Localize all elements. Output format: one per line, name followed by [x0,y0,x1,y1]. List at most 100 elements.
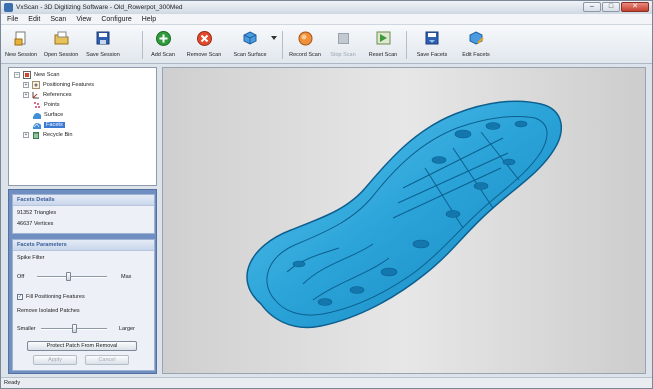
toolbar-label: Open Session [43,52,79,58]
expand-icon[interactable]: + [23,82,29,88]
toolbar-label: Scan Surface [233,52,267,58]
cancel-button[interactable]: Cancel [85,355,129,365]
positioning-features-icon [32,81,40,89]
record-scan-button[interactable]: Record Scan [286,28,324,61]
points-icon [33,101,41,109]
section-header: Facets Details [13,195,154,206]
left-pane: – New Scan + Positioning Features + Refe… [8,67,157,374]
tree-item-label: Facets [44,122,65,128]
scan-tree: – New Scan + Positioning Features + Refe… [8,67,157,186]
properties-panel: Facets Details 91352 Triangles 46637 Ver… [8,189,157,374]
reset-scan-icon [375,30,391,46]
stop-scan-button[interactable]: Stop Scan [327,28,359,61]
surface-icon [33,111,41,119]
scan-surface-dropdown[interactable] [270,28,278,61]
record-scan-icon [297,30,313,46]
tree-item-new-scan[interactable]: – New Scan [14,70,60,80]
open-session-button[interactable]: Open Session [41,28,81,61]
3d-viewport[interactable] [162,67,646,374]
remove-patches-slider[interactable] [41,324,107,333]
toolbar-label: Remove Scan [186,52,222,58]
shoe-sole-mesh [246,100,562,329]
menu-scan[interactable]: Scan [50,16,66,23]
checkbox-label: Fill Positioning Features [26,294,85,300]
toolbar-label: Stop Scan [330,52,356,58]
status-text: Ready [4,380,21,386]
toolbar-label: New Session [4,52,38,58]
sole-outline [246,100,562,329]
tree-item-points[interactable]: Points [33,100,60,110]
spike-filter-label: Spike Filter [17,255,45,261]
facets-parameters-section: Facets Parameters Spike Filter Off Max ✓… [12,239,155,371]
tree-item-label: References [43,92,72,98]
save-session-icon [95,30,111,46]
menu-file[interactable]: File [7,16,18,23]
toolbar-label: Save Facets [416,52,448,58]
spike-filter-slider[interactable] [37,272,107,281]
slider-max-label: Larger [119,326,135,332]
scan-surface-button[interactable]: Scan Surface [230,28,270,61]
protect-patch-button[interactable]: Protect Patch From Removal [27,341,137,351]
window-controls: – □ ✕ [583,2,649,12]
collapse-icon[interactable]: – [14,72,20,78]
slider-track [37,276,107,278]
edit-facets-button[interactable]: Edit Facets [456,28,496,61]
edit-facets-icon [468,30,484,46]
expand-icon[interactable]: + [23,132,29,138]
expand-icon[interactable]: + [23,92,29,98]
tree-item-label: Recycle Bin [43,132,73,138]
minimize-button[interactable]: – [583,2,601,12]
app-window: VxScan - 3D Digitizing Software - Old_Ro… [0,0,653,389]
add-scan-button[interactable]: Add Scan [148,28,178,61]
save-facets-icon [424,30,440,46]
checkbox-box[interactable]: ✓ [17,294,23,300]
tree-item-label: New Scan [34,72,60,78]
toolbar-separator [142,31,143,59]
slider-thumb[interactable] [66,272,71,281]
add-scan-icon [155,30,171,46]
scan-surface-icon [242,30,258,46]
tree-item-references[interactable]: + References [23,90,72,100]
menu-edit[interactable]: Edit [28,16,40,23]
tree-item-facets[interactable]: Facets [33,120,65,130]
status-bar: Ready [1,377,652,388]
app-icon [4,3,13,12]
fill-positioning-checkbox[interactable]: ✓ Fill Positioning Features [17,294,85,300]
references-icon [32,91,40,99]
section-header: Facets Parameters [13,240,154,251]
window-title: VxScan - 3D Digitizing Software - Old_Ro… [16,4,183,11]
facets-icon [33,121,41,129]
slider-thumb[interactable] [72,324,77,333]
menu-configure[interactable]: Configure [101,16,131,23]
new-session-button[interactable]: New Session [4,28,38,61]
tree-item-recycle-bin[interactable]: + Recycle Bin [23,130,73,140]
reset-scan-button[interactable]: Reset Scan [365,28,401,61]
save-facets-button[interactable]: Save Facets [412,28,452,61]
toolbar-label: Edit Facets [462,52,490,58]
menu-view[interactable]: View [76,16,91,23]
close-button[interactable]: ✕ [621,2,649,12]
toolbar: New Session Open Session Save Session Ad… [1,25,652,64]
save-session-button[interactable]: Save Session [83,28,123,61]
tree-item-surface[interactable]: Surface [33,110,63,120]
toolbar-separator [282,31,283,59]
tree-item-label: Positioning Features [43,82,94,88]
menu-help[interactable]: Help [142,16,156,23]
vertex-count: 46637 Vertices [17,221,54,227]
apply-button[interactable]: Apply [33,355,77,365]
slider-max-label: Max [121,274,132,280]
open-session-icon [53,30,69,46]
facets-details-section: Facets Details 91352 Triangles 46637 Ver… [12,194,155,234]
chevron-down-icon [270,30,278,46]
toolbar-separator [406,31,407,59]
tree-item-positioning-features[interactable]: + Positioning Features [23,80,94,90]
toolbar-label: Add Scan [151,52,175,58]
stop-scan-icon [335,30,351,46]
remove-scan-button[interactable]: Remove Scan [185,28,223,61]
slider-min-label: Smaller [17,326,36,332]
maximize-button[interactable]: □ [602,2,620,12]
title-bar[interactable]: VxScan - 3D Digitizing Software - Old_Ro… [1,1,652,14]
remove-patches-label: Remove Isolated Patches [17,308,80,314]
tree-item-label: Points [44,102,60,108]
new-session-icon [13,30,29,46]
